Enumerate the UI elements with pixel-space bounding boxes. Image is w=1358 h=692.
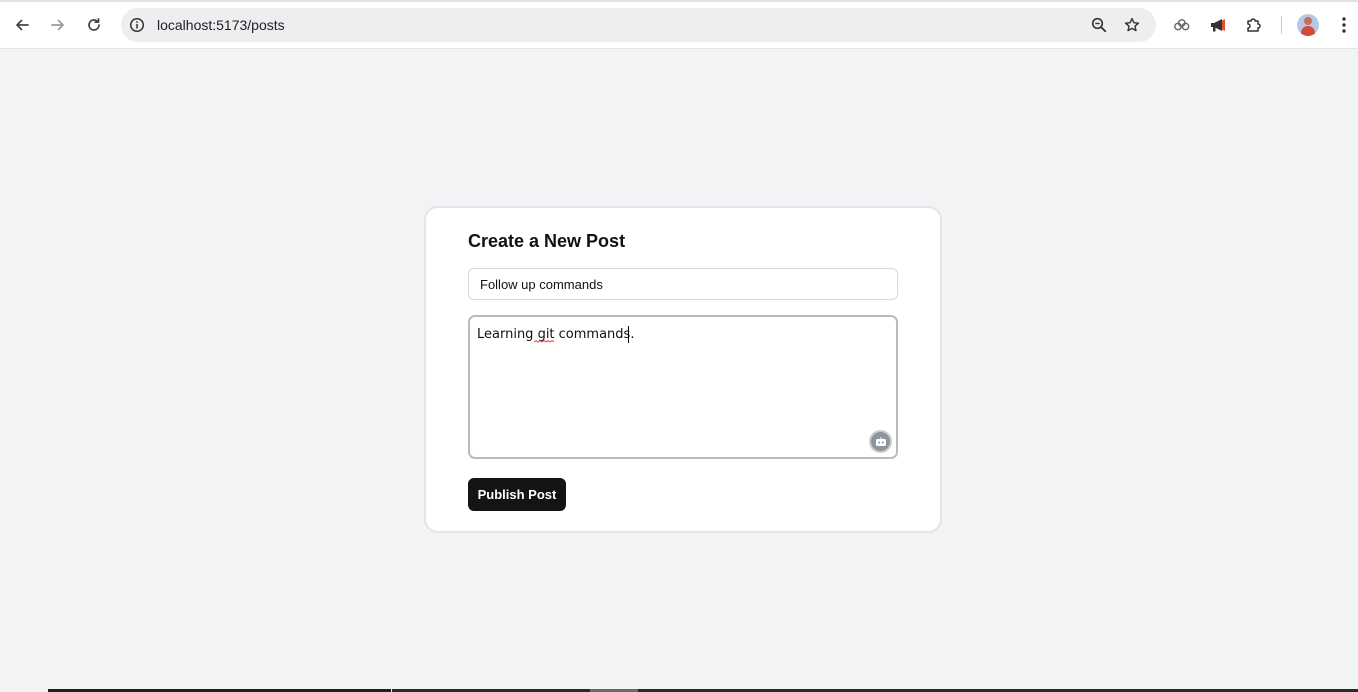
zoom-icon	[1091, 17, 1107, 33]
tab-strip-edge	[0, 0, 1358, 2]
puzzle-icon	[1247, 18, 1261, 32]
bookmark-button[interactable]	[1120, 13, 1144, 37]
star-icon	[1124, 17, 1140, 32]
kebab-menu-icon	[1342, 17, 1346, 33]
post-title-input[interactable]	[468, 268, 898, 300]
megaphone-icon	[1211, 19, 1225, 32]
page-title: Create a New Post	[468, 231, 626, 251]
reload-button[interactable]	[80, 11, 108, 39]
spellcheck-underline	[534, 340, 554, 343]
extensions-button[interactable]	[1241, 12, 1267, 38]
browser-menu-button[interactable]	[1331, 12, 1357, 38]
avatar-head-shape	[1304, 17, 1312, 25]
profile-avatar[interactable]	[1297, 14, 1319, 36]
forward-button[interactable]	[44, 11, 72, 39]
browser-toolbar: localhost:5173/posts	[0, 0, 1358, 49]
toolbar-divider	[1281, 16, 1282, 34]
text-caret	[628, 326, 629, 343]
create-post-card: Create a New Post Learning git commands.…	[424, 206, 942, 533]
address-bar[interactable]: localhost:5173/posts	[121, 8, 1156, 42]
info-icon	[129, 17, 145, 33]
back-button[interactable]	[8, 11, 36, 39]
arrow-right-icon	[51, 19, 64, 31]
zoom-button[interactable]	[1087, 13, 1111, 37]
reload-icon	[88, 17, 100, 31]
site-info-button[interactable]	[125, 13, 149, 37]
robot-icon	[875, 436, 886, 446]
avatar-body-shape	[1301, 26, 1315, 36]
extension-cloud-button[interactable]	[1169, 12, 1195, 38]
extension-megaphone-button[interactable]	[1205, 12, 1231, 38]
publish-post-button[interactable]: Publish Post	[468, 478, 566, 511]
post-body-textarea[interactable]: Learning git commands.	[468, 315, 898, 459]
url-text[interactable]: localhost:5173/posts	[157, 17, 285, 33]
cloud-extension-icon	[1174, 19, 1190, 31]
writing-assistant-button[interactable]	[869, 430, 892, 453]
arrow-left-icon	[16, 19, 29, 31]
